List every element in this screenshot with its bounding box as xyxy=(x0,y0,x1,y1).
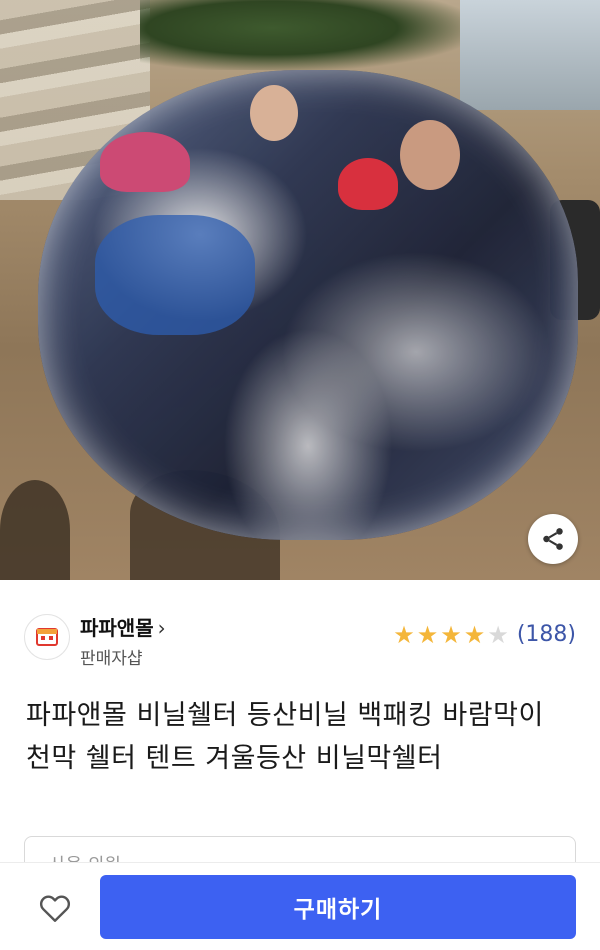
share-icon xyxy=(543,528,563,550)
rating[interactable]: ★ ★ ★ ★ ★ (188) xyxy=(393,622,576,647)
store-logo-icon xyxy=(36,628,58,646)
review-count[interactable]: (188) xyxy=(517,622,576,647)
star-filled-icon: ★ xyxy=(393,620,415,649)
photo-person-hat xyxy=(100,132,190,192)
photo-background xyxy=(460,0,600,110)
photo-shadow xyxy=(0,480,70,580)
photo-person-helmet xyxy=(338,158,398,210)
buy-button[interactable]: 구매하기 xyxy=(100,875,576,939)
chevron-right-icon: › xyxy=(157,616,166,640)
star-empty-icon: ★ xyxy=(487,620,509,649)
product-page: 파파앤몰 › 판매자샵 ★ ★ ★ ★ ★ (188) 파파앤몰 비닐쉘터 등산비… xyxy=(0,0,600,950)
photo-tree xyxy=(140,0,470,70)
photo-person-face xyxy=(400,120,460,190)
share-button[interactable] xyxy=(528,514,578,564)
bottom-action-bar: 구매하기 xyxy=(0,862,600,950)
star-filled-icon: ★ xyxy=(463,620,486,649)
product-title: 파파앤몰 비닐쉘터 등산비닐 백패킹 바람막이 천막 쉘터 텐트 겨울등산 비닐… xyxy=(26,700,544,774)
photo-person-face xyxy=(250,85,298,141)
heart-icon xyxy=(39,895,71,922)
star-filled-icon: ★ xyxy=(440,620,462,649)
seller-name-link[interactable]: 파파앤몰 › xyxy=(80,612,166,641)
seller-logo[interactable] xyxy=(24,614,70,660)
product-photo[interactable] xyxy=(0,0,600,580)
seller-name: 파파앤몰 xyxy=(80,616,154,640)
seller-subtitle: 판매자샵 xyxy=(80,649,143,669)
wishlist-button[interactable] xyxy=(30,883,80,933)
seller-row: 파파앤몰 › 판매자샵 ★ ★ ★ ★ ★ (188) xyxy=(24,612,576,672)
star-filled-icon: ★ xyxy=(416,620,439,649)
photo-person-jacket xyxy=(95,215,255,335)
